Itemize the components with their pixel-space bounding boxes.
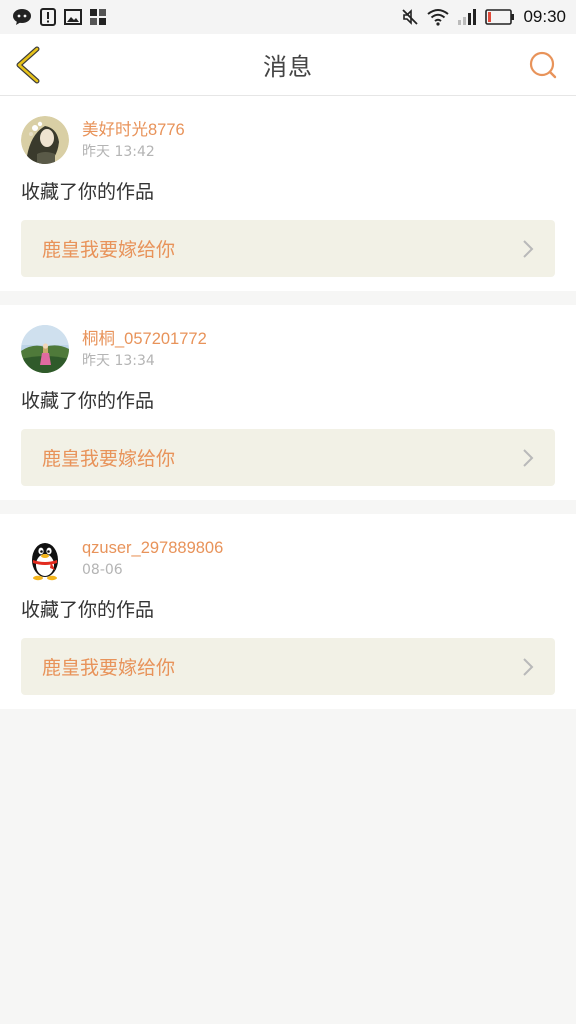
alert-icon [40,8,56,26]
chevron-right-icon [523,239,534,258]
message-card: 美好时光8776 昨天 13:42 收藏了你的作品 鹿皇我要嫁给你 [0,96,576,291]
status-time: 09:30 [523,7,566,26]
signal-icon [458,9,477,25]
search-icon[interactable] [528,50,558,80]
chevron-right-icon [523,657,534,676]
message-card: qzuser_297889806 08-06 收藏了你的作品 鹿皇我要嫁给你 [0,514,576,709]
apps-icon [90,9,106,25]
avatar[interactable] [21,325,69,373]
message-time: 昨天 13:42 [82,143,155,160]
work-link[interactable]: 鹿皇我要嫁给你 [21,220,555,277]
back-arrow-icon[interactable] [10,46,46,84]
work-title: 鹿皇我要嫁给你 [42,448,176,470]
avatar[interactable] [21,116,69,164]
username[interactable]: 桐桐_057201772 [82,328,207,350]
action-text: 收藏了你的作品 [21,390,155,412]
action-text: 收藏了你的作品 [21,599,155,621]
user-meta: 桐桐_057201772 昨天 13:34 [82,328,207,371]
message-header: 美好时光8776 昨天 13:42 [21,116,555,164]
message-header: 桐桐_057201772 昨天 13:34 [21,325,555,373]
work-title: 鹿皇我要嫁给你 [42,239,176,261]
chevron-right-icon [523,448,534,467]
chat-app-icon [13,9,31,25]
user-meta: qzuser_297889806 08-06 [82,537,223,580]
user-meta: 美好时光8776 昨天 13:42 [82,119,185,162]
app-header: 消息 [0,34,576,96]
page-title: 消息 [263,53,313,81]
work-link[interactable]: 鹿皇我要嫁给你 [21,429,555,486]
wifi-icon [427,9,450,26]
qq-penguin-avatar[interactable] [21,534,69,582]
mute-icon [402,9,419,25]
username[interactable]: qzuser_297889806 [82,537,223,559]
screen: 09:30 消息 美好时光8776 昨天 13:42 收藏了你的作品 鹿皇我要嫁… [0,0,576,1024]
work-title: 鹿皇我要嫁给你 [42,657,176,679]
message-time: 昨天 13:34 [82,352,155,369]
message-list: 美好时光8776 昨天 13:42 收藏了你的作品 鹿皇我要嫁给你 桐桐_057… [0,96,576,709]
status-bar: 09:30 [0,0,576,34]
message-header: qzuser_297889806 08-06 [21,534,555,582]
image-icon [64,9,82,25]
message-card: 桐桐_057201772 昨天 13:34 收藏了你的作品 鹿皇我要嫁给你 [0,305,576,500]
battery-icon [485,9,515,25]
status-left-icons [12,8,106,26]
message-time: 08-06 [82,561,123,578]
username[interactable]: 美好时光8776 [82,119,185,141]
work-link[interactable]: 鹿皇我要嫁给你 [21,638,555,695]
status-right-icons: 09:30 [401,7,566,27]
action-text: 收藏了你的作品 [21,181,155,203]
